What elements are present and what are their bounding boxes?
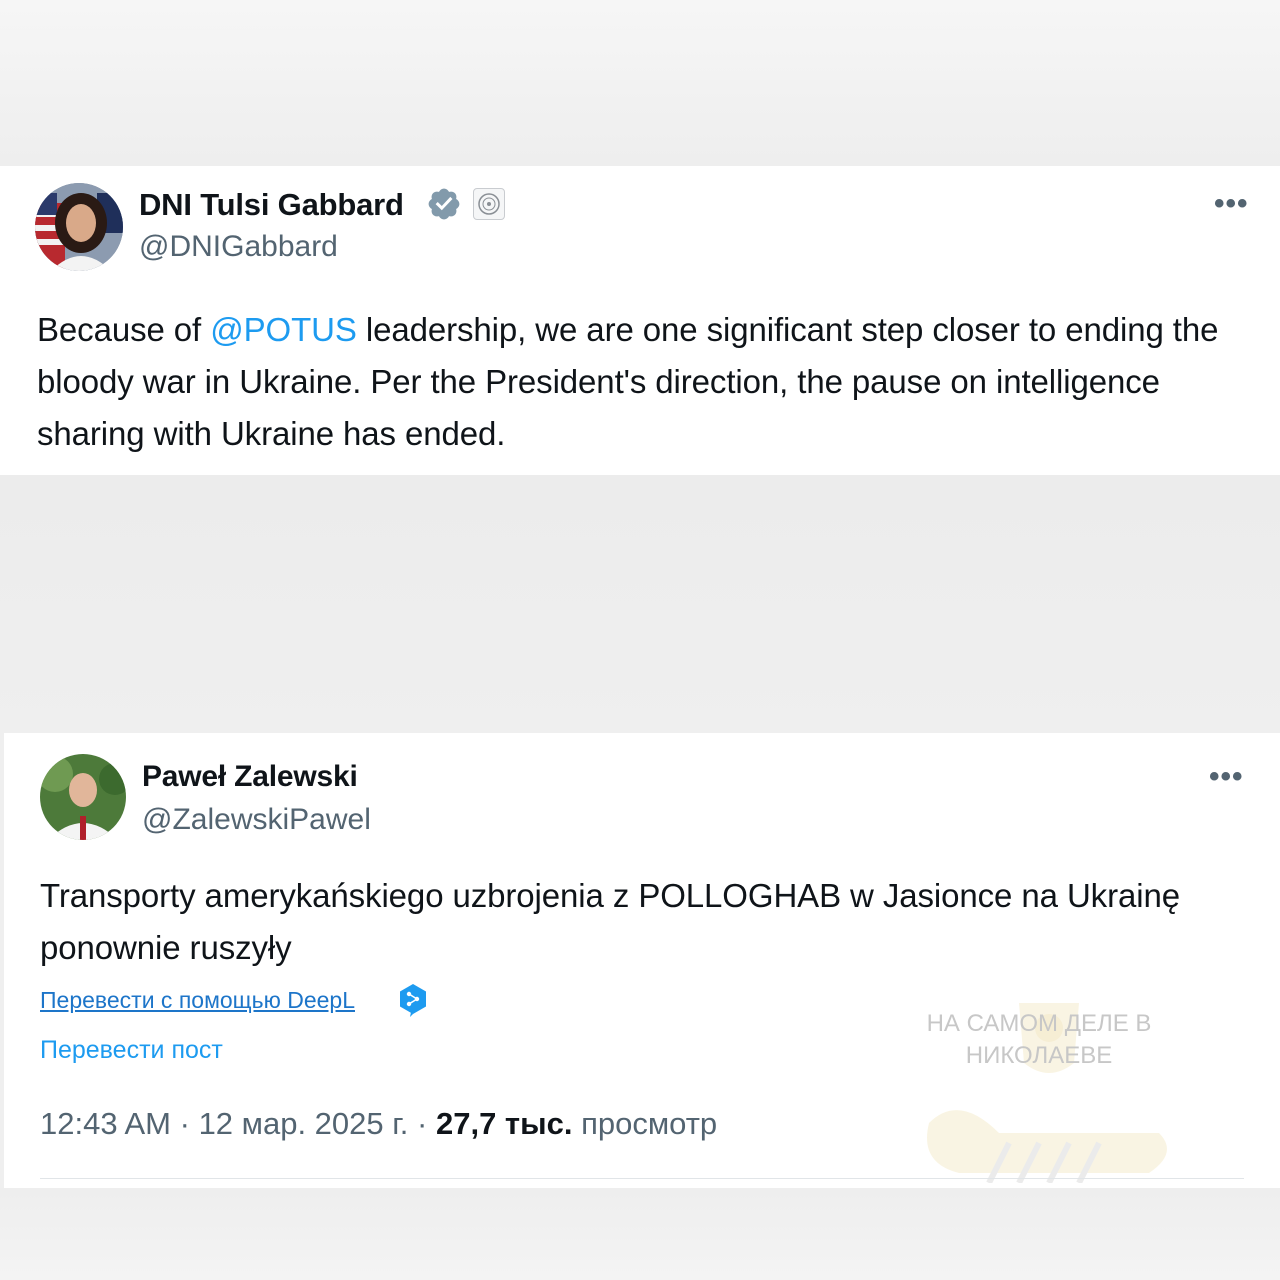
divider [40, 1178, 1244, 1179]
more-options-icon[interactable]: ••• [1209, 762, 1244, 792]
more-options-icon[interactable]: ••• [1214, 189, 1249, 219]
mention-link[interactable]: @POTUS [210, 311, 357, 348]
translate-deepl-link[interactable]: Перевести с помощью DeepL [40, 987, 355, 1014]
tweet-text: Because of @POTUS leadership, we are one… [37, 304, 1247, 460]
avatar-image [35, 183, 123, 271]
view-count[interactable]: 27,7 тыс. [436, 1106, 572, 1141]
tweet-card-zalewski: НА САМОМ ДЕЛЕ В НИКОЛАЕВЕ Paweł Zalewski… [4, 733, 1280, 1188]
avatar[interactable] [40, 754, 126, 840]
avatar[interactable] [35, 183, 123, 271]
tweet-text: Transporty amerykańskiego uzbrojenia z P… [40, 877, 1180, 966]
tweet-date[interactable]: 12 мар. 2025 г. [199, 1106, 409, 1141]
view-label: просмотр [581, 1106, 718, 1141]
watermark-text: НА САМОМ ДЕЛЕ В НИКОЛАЕВЕ [889, 1008, 1189, 1072]
user-handle[interactable]: @DNIGabbard [139, 230, 338, 264]
tweet-card-gabbard: DNI Tulsi Gabbard @DNIGabbard ••• Becaus… [0, 166, 1280, 475]
translate-post-button[interactable]: Перевести пост [40, 1036, 223, 1065]
deepl-icon[interactable] [398, 983, 428, 1017]
watermark-line: НА САМОМ ДЕЛЕ В [926, 1010, 1152, 1037]
separator: · [179, 1106, 190, 1141]
user-handle[interactable]: @ZalewskiPawel [142, 803, 371, 837]
avatar-image [40, 754, 126, 840]
background-top [0, 0, 1280, 166]
background-middle [0, 475, 1280, 733]
tweet-metadata: 12:43 AM · 12 мар. 2025 г. · 27,7 тыс. п… [40, 1106, 717, 1142]
separator: · [417, 1106, 428, 1141]
government-seal-icon[interactable] [473, 188, 505, 220]
watermark-line: НИКОЛАЕВЕ [965, 1042, 1113, 1069]
verified-badge-icon[interactable] [426, 186, 462, 222]
tweet-text-part: Because of [37, 311, 211, 348]
background-bottom [0, 1188, 1280, 1280]
display-name[interactable]: Paweł Zalewski [142, 760, 358, 794]
display-name[interactable]: DNI Tulsi Gabbard [139, 187, 404, 223]
tweet-time[interactable]: 12:43 AM [40, 1106, 171, 1141]
